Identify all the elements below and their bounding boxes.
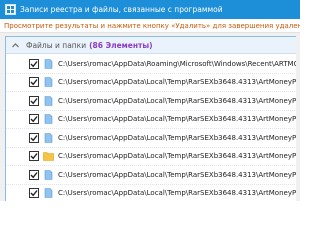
file-path: C:\Users\romac\AppData\Local\Temp\RarSEX… <box>58 152 300 161</box>
file-path: C:\Users\romac\AppData\Local\Temp\RarSEX… <box>58 133 300 142</box>
folder-icon <box>43 152 54 162</box>
list-item[interactable]: C:\Users\romac\AppData\Roaming\Microsoft… <box>6 55 300 74</box>
row-checkbox[interactable] <box>29 114 39 125</box>
file-icon <box>44 114 53 125</box>
file-icon <box>44 132 53 143</box>
window-title: Записи реестра и файлы, связанные с прог… <box>20 5 223 14</box>
checkmark-icon <box>30 171 38 179</box>
row-checkbox[interactable] <box>29 58 39 69</box>
row-checkbox[interactable] <box>29 77 39 88</box>
file-path: C:\Users\romac\AppData\Local\Temp\RarSEX… <box>58 78 300 87</box>
file-path: C:\Users\romac\AppData\Local\Temp\RarSEX… <box>58 96 300 105</box>
list-item[interactable]: C:\Users\romac\AppData\Local\Temp\RarSEX… <box>6 166 300 185</box>
file-icon <box>44 188 53 199</box>
checkmark-icon <box>30 153 38 160</box>
checkmark-icon <box>30 79 38 86</box>
program-files-window: Записи реестра и файлы, связанные с прог… <box>0 0 300 201</box>
instruction-text: Просмотрите результаты и нажмите кнопку … <box>0 19 300 33</box>
checkmark-icon <box>30 190 38 197</box>
file-path: C:\Users\romac\AppData\Local\Temp\RarSEX… <box>58 189 300 198</box>
list-item[interactable]: C:\Users\romac\AppData\Local\Temp\RarSEX… <box>6 148 300 166</box>
checkmark-icon <box>30 116 38 123</box>
results-panel: Файлы и папки (86 Элементы) C:\Users\rom… <box>5 36 300 201</box>
window-app-icon <box>4 4 16 16</box>
checkmark-icon <box>30 60 38 68</box>
title-bar: Записи реестра и файлы, связанные с прог… <box>0 0 300 19</box>
list-item[interactable]: C:\Users\romac\AppData\Local\Temp\RarSEX… <box>6 74 300 92</box>
file-path: C:\Users\romac\AppData\Local\Temp\RarSEX… <box>58 115 300 124</box>
file-icon <box>44 77 53 88</box>
file-list: C:\Users\romac\AppData\Roaming\Microsoft… <box>6 55 300 201</box>
row-checkbox[interactable] <box>29 169 39 180</box>
list-item[interactable]: C:\Users\romac\AppData\Local\Temp\RarSEX… <box>6 129 300 148</box>
group-label: Файлы и папки <box>26 40 87 50</box>
list-item[interactable]: C:\Users\romac\AppData\Local\Temp\RarSEX… <box>6 92 300 111</box>
chevron-up-icon[interactable] <box>10 40 20 50</box>
group-count: (86 Элементы) <box>89 40 153 50</box>
group-header-files-folders[interactable]: Файлы и папки (86 Элементы) <box>6 37 300 54</box>
row-checkbox[interactable] <box>29 132 39 143</box>
file-icon <box>44 169 53 180</box>
list-item[interactable]: C:\Users\romac\AppData\Local\Temp\RarSEX… <box>6 185 300 202</box>
checkmark-icon <box>30 134 38 142</box>
row-checkbox[interactable] <box>29 151 39 162</box>
file-icon <box>44 58 53 69</box>
row-checkbox[interactable] <box>29 95 39 106</box>
checkmark-icon <box>30 97 38 105</box>
file-path: C:\Users\romac\AppData\Roaming\Microsoft… <box>58 59 300 68</box>
file-icon <box>44 95 53 106</box>
file-path: C:\Users\romac\AppData\Local\Temp\RarSEX… <box>58 170 300 179</box>
vertical-scrollbar[interactable] <box>296 36 300 201</box>
row-checkbox[interactable] <box>29 188 39 199</box>
list-item[interactable]: C:\Users\romac\AppData\Local\Temp\RarSEX… <box>6 111 300 129</box>
